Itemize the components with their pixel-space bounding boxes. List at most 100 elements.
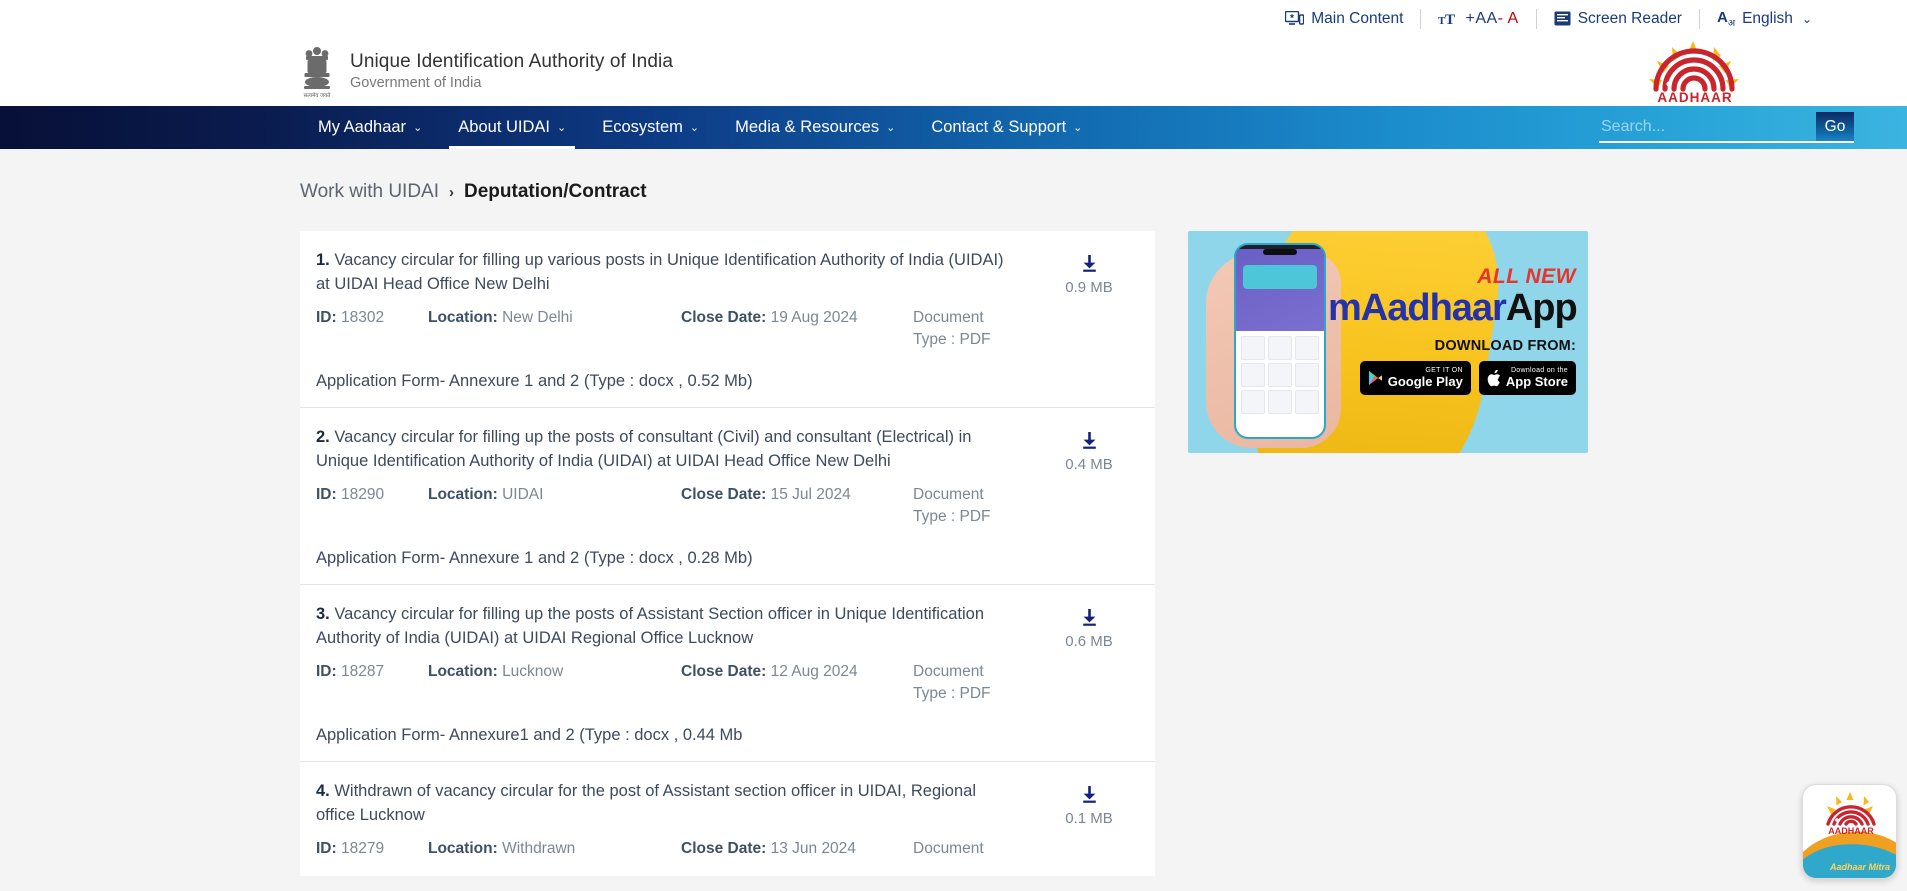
vacancy-title[interactable]: 4. Withdrawn of vacancy circular for the…: [316, 780, 1013, 827]
banner-text-block: ALL NEW mAadhaarApp DOWNLOAD FROM: GET I…: [1328, 265, 1578, 395]
vacancy-close-date: Close Date: 13 Jun 2024: [681, 838, 913, 860]
main-navigation: My Aadhaar ⌄ About UIDAI ⌄ Ecosystem ⌄ M…: [0, 106, 1907, 149]
nav-item-my-aadhaar[interactable]: My Aadhaar ⌄: [300, 106, 440, 149]
download-icon[interactable]: [1081, 609, 1098, 627]
phone-screen-bottom: [1236, 331, 1324, 437]
close-date-value: 12 Aug 2024: [770, 663, 858, 680]
nav-item-contact-support[interactable]: Contact & Support ⌄: [913, 106, 1100, 149]
search-go-button[interactable]: Go: [1816, 112, 1854, 141]
location-value: Lucknow: [502, 663, 564, 680]
nav-label: Contact & Support: [931, 118, 1067, 136]
location-label: Location:: [428, 840, 498, 857]
font-decrease-button[interactable]: - A: [1498, 10, 1519, 27]
banner-download-from: DOWNLOAD FROM:: [1434, 338, 1576, 354]
download-icon[interactable]: [1081, 255, 1098, 273]
vacancy-list-column: 1. Vacancy circular for filling up vario…: [300, 231, 1155, 876]
search-input[interactable]: [1599, 112, 1816, 141]
download-icon[interactable]: [1081, 786, 1098, 804]
app-store-badge[interactable]: Download on the App Store: [1478, 361, 1576, 395]
vacancy-details: 1. Vacancy circular for filling up vario…: [300, 249, 1023, 391]
breadcrumb-parent[interactable]: Work with UIDAI: [300, 181, 439, 203]
location-label: Location:: [428, 486, 498, 503]
vacancy-number: 2.: [316, 428, 330, 446]
vacancy-title-text: Vacancy circular for filling up various …: [316, 251, 1004, 293]
banner-all-new: ALL NEW: [1477, 265, 1576, 288]
main-content-label: Main Content: [1311, 9, 1404, 27]
masthead: सत्यमेव जयते Unique Identification Autho…: [0, 37, 1907, 106]
font-normal-button[interactable]: A: [1486, 10, 1497, 27]
phone-app-grid: [1241, 336, 1319, 414]
vacancy-doc-type: Document: [913, 840, 984, 857]
nav-item-about-uidai[interactable]: About UIDAI ⌄: [440, 106, 584, 149]
phone-illustration: [1234, 243, 1326, 439]
vacancy-download[interactable]: 0.6 MB: [1023, 603, 1155, 745]
vacancy-id: ID: 18287: [316, 661, 428, 705]
id-value: 18287: [340, 663, 385, 680]
page-body: Work with UIDAI › Deputation/Contract 1.…: [0, 149, 1907, 891]
nav-label: My Aadhaar: [318, 118, 407, 136]
font-increase-button[interactable]: +A: [1465, 10, 1486, 27]
chevron-down-icon: ⌄: [1801, 11, 1812, 26]
text-size-icon: T T: [1438, 12, 1455, 26]
vacancy-title[interactable]: 1. Vacancy circular for filling up vario…: [316, 249, 1013, 296]
close-date-value: 15 Jul 2024: [770, 486, 851, 503]
brand-block[interactable]: सत्यमेव जयते Unique Identification Autho…: [300, 44, 673, 100]
vacancy-attachment-note[interactable]: Application Form- Annexure1 and 2 (Type …: [316, 726, 1013, 745]
language-icon: Aअ: [1716, 8, 1736, 29]
vacancy-close-date: Close Date: 15 Jul 2024: [681, 484, 913, 528]
phone-screen-top: [1236, 249, 1324, 331]
location-label: Location:: [428, 663, 498, 680]
vacancy-title[interactable]: 3. Vacancy circular for filling up the p…: [316, 603, 1013, 650]
id-value: 18290: [340, 486, 385, 503]
nav-label: About UIDAI: [458, 118, 550, 136]
id-label: ID:: [316, 309, 337, 326]
vacancy-meta: ID: 18279 Location: Withdrawn Close Date…: [316, 838, 1013, 860]
screen-reader-link[interactable]: Screen Reader: [1537, 8, 1699, 30]
google-play-big: Google Play: [1387, 374, 1463, 389]
download-size: 0.1 MB: [1065, 810, 1113, 827]
vacancy-title-text: Withdrawn of vacancy circular for the po…: [316, 782, 977, 824]
vacancy-details: 3. Vacancy circular for filling up the p…: [300, 603, 1023, 745]
org-name: Unique Identification Authority of India: [350, 50, 673, 72]
maadhaar-app-banner[interactable]: ALL NEW mAadhaarApp DOWNLOAD FROM: GET I…: [1188, 231, 1588, 453]
vacancy-row: 3. Vacancy circular for filling up the p…: [300, 585, 1155, 762]
mitra-logo-text: AADHAAR: [1828, 826, 1874, 835]
aadhaar-logo-icon[interactable]: AADHAAR: [1636, 39, 1754, 104]
vacancy-attachment-note[interactable]: Application Form- Annexure 1 and 2 (Type…: [316, 549, 1013, 568]
vacancy-attachment-note[interactable]: Application Form- Annexure 1 and 2 (Type…: [316, 372, 1013, 391]
sidebar-column: ALL NEW mAadhaarApp DOWNLOAD FROM: GET I…: [1188, 231, 1588, 876]
phone-notch: [1263, 249, 1297, 255]
close-date-label: Close Date:: [681, 840, 767, 857]
utility-bar: Main Content T T +AA- A Screen Reader Aअ…: [0, 0, 1907, 37]
vacancy-meta: ID: 18287 Location: Lucknow Close Date: …: [316, 661, 1013, 705]
google-play-badge[interactable]: GET IT ON Google Play: [1359, 361, 1471, 395]
id-value: 18279: [340, 840, 385, 857]
close-date-value: 13 Jun 2024: [770, 840, 856, 857]
language-selector[interactable]: Aअ English ⌄: [1700, 8, 1829, 30]
vacancy-doc-type: Document Type : PDF: [913, 309, 991, 348]
vacancy-title[interactable]: 2. Vacancy circular for filling up the p…: [316, 426, 1013, 473]
nav-item-ecosystem[interactable]: Ecosystem ⌄: [584, 106, 717, 149]
vacancy-close-date: Close Date: 12 Aug 2024: [681, 661, 913, 705]
vacancy-details: 2. Vacancy circular for filling up the p…: [300, 426, 1023, 568]
aadhaar-logo-text: AADHAAR: [1657, 90, 1732, 104]
aadhaar-mitra-widget[interactable]: AADHAAR Aadhaar Mitra: [1802, 784, 1897, 879]
nav-item-media-resources[interactable]: Media & Resources ⌄: [717, 106, 913, 149]
vacancy-number: 4.: [316, 782, 330, 800]
close-date-value: 19 Aug 2024: [770, 309, 858, 326]
vacancy-card: 1. Vacancy circular for filling up vario…: [300, 231, 1155, 876]
page-title: Deputation/Contract: [464, 181, 647, 202]
download-icon[interactable]: [1081, 432, 1098, 450]
vacancy-download[interactable]: 0.9 MB: [1023, 249, 1155, 391]
vacancy-download[interactable]: 0.1 MB: [1023, 780, 1155, 860]
vacancy-close-date: Close Date: 19 Aug 2024: [681, 307, 913, 351]
banner-title-black: App: [1505, 287, 1578, 329]
main-content-link[interactable]: Main Content: [1268, 8, 1420, 30]
screen-reader-icon: [1554, 11, 1571, 26]
vacancy-download[interactable]: 0.4 MB: [1023, 426, 1155, 568]
chevron-down-icon: ⌄: [557, 122, 567, 134]
chevron-down-icon: ⌄: [1073, 122, 1083, 134]
font-size-controls[interactable]: T T +AA- A: [1421, 8, 1535, 30]
id-label: ID:: [316, 486, 337, 503]
svg-text:सत्यमेव जयते: सत्यमेव जयते: [304, 92, 332, 99]
